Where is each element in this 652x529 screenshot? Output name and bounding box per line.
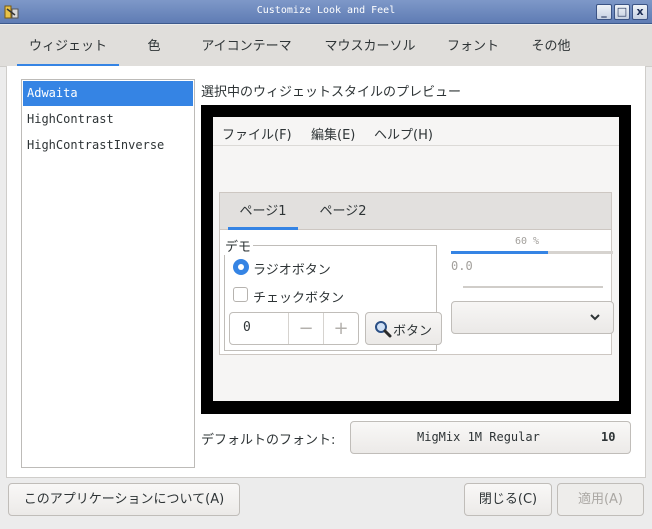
default-font-label: デフォルトのフォント: <box>201 433 336 448</box>
main-tab-bar: ウィジェット 色 アイコンテーマ マウスカーソル フォント その他 <box>0 25 652 67</box>
preview-tab-bar: ページ1 ページ2 <box>220 193 611 230</box>
font-size: 10 <box>601 430 616 444</box>
menu-file[interactable]: ファイル(F) <box>222 124 292 143</box>
spin-value[interactable]: 0 <box>243 320 251 335</box>
tab-mouse-cursor[interactable]: マウスカーソル <box>314 25 426 67</box>
window-title: Customize Look and Feel <box>256 5 396 16</box>
scale-value: 0.0 <box>451 259 473 273</box>
progress-bar-fill <box>451 251 548 254</box>
preview-tab-page2[interactable]: ページ2 <box>308 193 378 230</box>
widget-style-list[interactable]: Adwaita HighContrast HighContrastInverse <box>21 79 195 468</box>
chevron-down-icon <box>590 314 600 321</box>
title-bar[interactable]: Customize Look and Feel _ □ x <box>0 0 652 24</box>
spin-decrement-button[interactable]: − <box>288 313 323 344</box>
style-item-adwaita[interactable]: Adwaita <box>23 81 193 106</box>
scale-slider[interactable] <box>463 286 603 288</box>
spin-button[interactable]: 0 − + <box>229 312 359 345</box>
menu-edit[interactable]: 編集(E) <box>311 124 355 143</box>
font-chooser-button[interactable]: MigMix 1M Regular 10 <box>350 421 631 454</box>
preview-menubar: ファイル(F) 編集(E) ヘルプ(H) <box>213 117 619 146</box>
close-button[interactable]: x <box>632 4 648 20</box>
progress-text: 60 % <box>515 236 540 247</box>
minimize-button[interactable]: _ <box>596 4 612 20</box>
preview-notebook: ページ1 ページ2 デモ ラジオボタン チェックボタン 0 − + ボタン 60… <box>219 192 614 355</box>
close-dialog-button[interactable]: 閉じる(C) <box>464 483 552 516</box>
demo-frame-label: デモ <box>223 236 254 255</box>
close-icon: x <box>636 5 644 18</box>
preview-combo-box[interactable] <box>451 301 614 334</box>
preview-button[interactable]: ボタン <box>365 312 442 345</box>
preview-button-label: ボタン <box>393 324 433 339</box>
style-item-highcontrastinverse[interactable]: HighContrastInverse <box>23 133 193 158</box>
tab-icon-theme[interactable]: アイコンテーマ <box>190 25 303 67</box>
tab-other[interactable]: その他 <box>520 25 582 67</box>
check-button[interactable] <box>233 287 248 302</box>
minus-icon: − <box>298 318 314 339</box>
tab-widget[interactable]: ウィジェット <box>17 25 119 67</box>
radio-button-label: ラジオボタン <box>253 263 331 278</box>
apply-button[interactable]: 適用(A) <box>557 483 644 516</box>
preview-heading: 選択中のウィジェットスタイルのプレビュー <box>201 85 462 100</box>
spin-increment-button[interactable]: + <box>323 313 358 344</box>
search-icon <box>375 321 392 338</box>
minimize-icon: _ <box>601 5 607 18</box>
plus-icon: + <box>333 318 349 339</box>
tab-font[interactable]: フォント <box>437 25 509 67</box>
tab-color[interactable]: 色 <box>129 25 179 67</box>
about-button[interactable]: このアプリケーションについて(A) <box>8 483 240 516</box>
style-item-highcontrast[interactable]: HighContrast <box>23 107 193 132</box>
widget-preview: ファイル(F) 編集(E) ヘルプ(H) ページ1 ページ2 デモ ラジオボタン… <box>213 117 619 401</box>
font-name: MigMix 1M Regular <box>417 430 540 444</box>
maximize-icon: □ <box>616 5 628 18</box>
preview-tab-page1[interactable]: ページ1 <box>228 193 298 230</box>
progress-bar <box>451 251 613 254</box>
check-button-label: チェックボタン <box>253 291 345 306</box>
radio-button[interactable] <box>233 259 249 275</box>
maximize-button[interactable]: □ <box>614 4 630 20</box>
menu-help[interactable]: ヘルプ(H) <box>374 124 433 143</box>
